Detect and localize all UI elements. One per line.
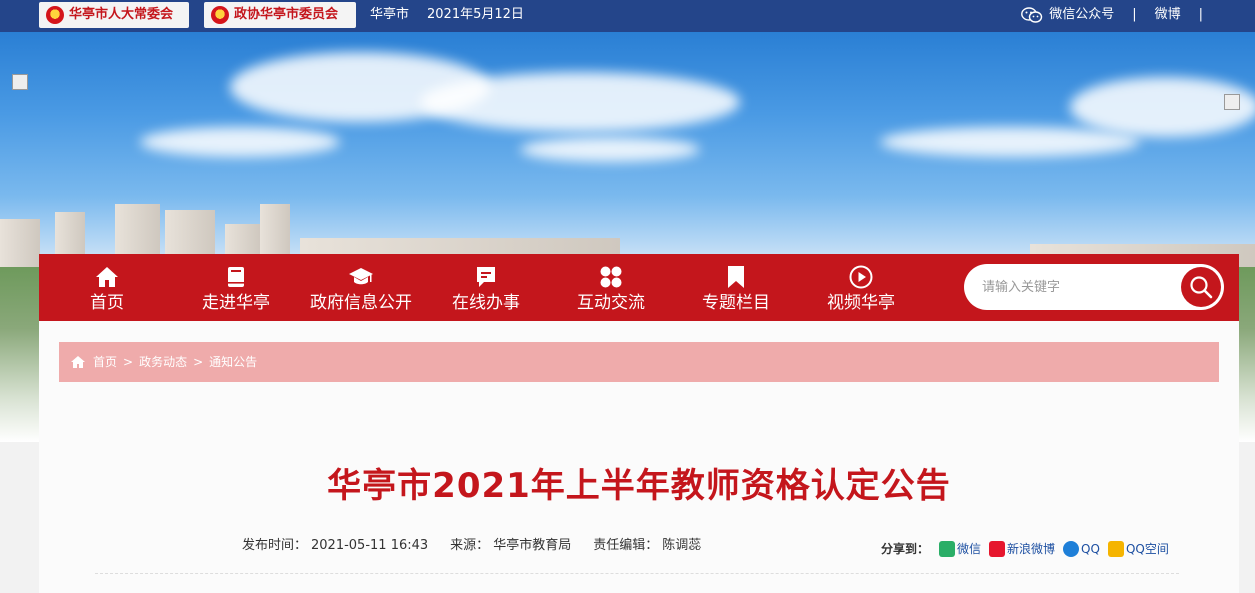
wechat-icon[interactable] <box>1021 7 1043 23</box>
breadcrumb-notices[interactable]: 通知公告 <box>209 342 257 382</box>
share-wechat-label: 微信 <box>957 542 982 556</box>
current-date: 2021年5月12日 <box>427 7 524 22</box>
breadcrumb-gov-news[interactable]: 政务动态 <box>139 342 187 382</box>
publish-time-label: 发布时间： <box>242 538 308 553</box>
top-bar: 华亭市人大常委会 政协华亭市委员会 华亭市 2021年5月12日 微信公众号 |… <box>0 0 1255 32</box>
wechat-link[interactable]: 微信公众号 <box>1049 0 1114 30</box>
cppcc-emblem-icon <box>211 6 229 24</box>
share-qq-label: QQ <box>1081 541 1100 556</box>
nav-item-label: 视频华亭 <box>827 293 895 313</box>
qzone-icon <box>1107 540 1124 557</box>
search-button[interactable] <box>1181 267 1221 307</box>
chat-icon <box>474 265 498 289</box>
breadcrumb-separator: > <box>193 355 204 369</box>
nav-item-label: 走进华亭 <box>202 293 270 313</box>
nav-item-online-service[interactable]: 在线办事 <box>441 254 531 321</box>
share-bar: 分享到： 微信 新浪微博 QQ QQ空间 <box>881 540 1169 557</box>
home-icon <box>95 265 119 289</box>
nav-item-label: 互动交流 <box>577 293 645 313</box>
grid-icon <box>599 265 623 289</box>
share-weibo[interactable]: 新浪微博 <box>989 540 1055 557</box>
cloud <box>420 72 740 132</box>
breadcrumb-home[interactable]: 首页 <box>93 342 117 382</box>
npc-committee-button[interactable]: 华亭市人大常委会 <box>39 2 189 28</box>
share-label: 分享到： <box>881 542 930 556</box>
cloud <box>520 137 700 162</box>
play-icon <box>849 265 873 289</box>
share-qzone-label: QQ空间 <box>1125 542 1169 556</box>
social-links: 微信公众号 | 微博 | <box>1021 0 1221 30</box>
weibo-icon <box>989 540 1006 557</box>
article-meta: 发布时间： 2021-05-11 16:43 来源： 华亭市教育局 责任编辑： 陈调蕊 <box>242 534 705 553</box>
editor-label: 责任编辑： <box>593 538 659 553</box>
nav-item-special-topics[interactable]: 专题栏目 <box>691 254 781 321</box>
nav-item-gov-info[interactable]: 政府信息公开 <box>305 254 417 321</box>
share-wechat[interactable]: 微信 <box>939 540 981 557</box>
cloud <box>880 127 1140 157</box>
npc-committee-label: 华亭市人大常委会 <box>69 7 174 22</box>
divider <box>95 573 1179 574</box>
search-input[interactable] <box>982 276 1172 298</box>
qq-icon <box>1063 540 1080 557</box>
share-qq[interactable]: QQ <box>1063 540 1100 557</box>
cloud <box>140 127 340 157</box>
book-icon <box>224 265 248 289</box>
nav-item-label: 专题栏目 <box>702 293 770 313</box>
city-name: 华亭市 <box>370 7 410 22</box>
nav-item-home[interactable]: 首页 <box>67 254 147 321</box>
main-content: 首页 走进华亭 政府信息公开 在线办事 互动交流 专题栏目 视频华亭 请输入关键… <box>39 254 1239 593</box>
share-weibo-label: 新浪微博 <box>1007 542 1056 556</box>
share-qzone[interactable]: QQ空间 <box>1107 540 1169 557</box>
nav-item-label: 首页 <box>90 293 124 313</box>
separator: | <box>1132 7 1137 22</box>
cppcc-committee-label: 政协华亭市委员会 <box>234 7 339 22</box>
breadcrumb-separator: > <box>123 355 134 369</box>
separator: | <box>1198 7 1203 22</box>
search-icon <box>1190 276 1213 299</box>
wechat-icon <box>939 540 956 557</box>
cppcc-committee-button[interactable]: 政协华亭市委员会 <box>204 2 356 28</box>
nav-item-video[interactable]: 视频华亭 <box>816 254 906 321</box>
search-box <box>964 264 1224 310</box>
source-label: 来源： <box>450 538 490 553</box>
breadcrumb: 首页 > 政务动态 > 通知公告 <box>59 342 1219 382</box>
nav-item-interaction[interactable]: 互动交流 <box>566 254 656 321</box>
home-icon <box>71 356 85 368</box>
broken-image-icon <box>12 74 28 90</box>
main-nav: 首页 走进华亭 政府信息公开 在线办事 互动交流 专题栏目 视频华亭 请输入关键… <box>39 254 1239 321</box>
article-title: 华亭市2021年上半年教师资格认定公告 <box>327 466 951 506</box>
nav-item-label: 政府信息公开 <box>310 293 412 313</box>
editor: 陈调蕊 <box>662 538 702 553</box>
publish-time: 2021-05-11 16:43 <box>311 538 429 553</box>
bookmark-icon <box>724 265 748 289</box>
weibo-link[interactable]: 微博 <box>1155 0 1181 30</box>
nav-item-about[interactable]: 走进华亭 <box>191 254 281 321</box>
emblem-icon <box>46 6 64 24</box>
nav-item-label: 在线办事 <box>452 293 520 313</box>
source: 华亭市教育局 <box>493 538 572 553</box>
graduation-cap-icon <box>349 265 373 289</box>
broken-image-icon <box>1224 94 1240 110</box>
